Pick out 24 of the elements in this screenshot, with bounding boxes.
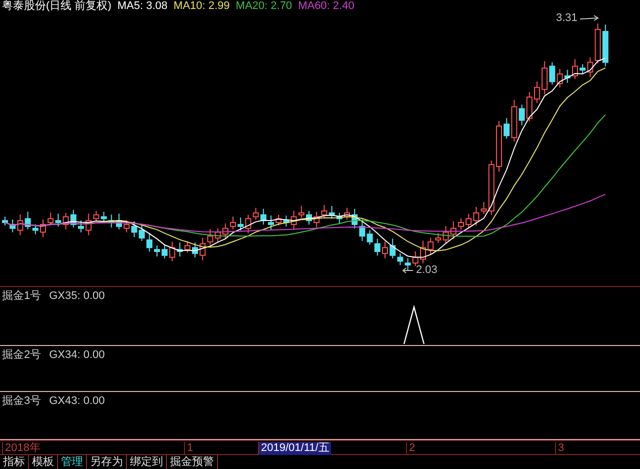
indicator-name: 掘金3号 [2, 396, 42, 407]
indicator-name: 掘金2号 [2, 350, 42, 361]
stock-title: 粤泰股份(日线 前复权) [2, 1, 112, 12]
tab[interactable]: 绑定到 [127, 455, 167, 469]
tab[interactable]: 管理 [58, 455, 87, 469]
arrow-icon [579, 15, 600, 22]
tab[interactable]: 指标 [0, 455, 29, 469]
moving-average-label: MA20: 2.70 [236, 1, 292, 12]
indicator-value: GX34: 0.00 [49, 350, 105, 361]
moving-average-label: MA60: 2.40 [298, 1, 354, 12]
moving-average-label: MA5: 3.08 [117, 1, 168, 12]
price-annotation: 3.31 [556, 13, 578, 24]
indicator-value: GX43: 0.00 [49, 396, 105, 407]
time-axis-label: 3 [555, 442, 566, 455]
arrow-icon [402, 267, 414, 274]
price-annotation: 2.03 [416, 265, 438, 276]
moving-average-label: MA10: 2.99 [174, 1, 230, 12]
tab[interactable]: 掘金预警 [167, 455, 218, 469]
time-axis-label: 2 [406, 442, 418, 455]
indicator-value: GX35: 0.00 [49, 291, 105, 302]
indicator-name: 掘金1号 [2, 291, 42, 302]
tab[interactable]: 模板 [29, 455, 58, 469]
signal-spike-drawing [403, 305, 425, 345]
time-axis-label: 2019/01/11/五 [258, 442, 332, 455]
